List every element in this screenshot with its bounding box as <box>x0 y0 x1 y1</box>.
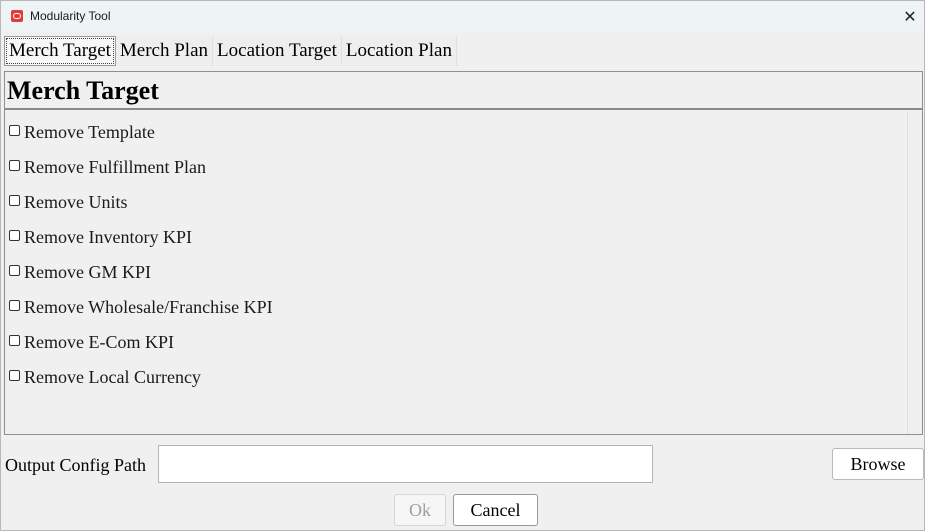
checkbox[interactable] <box>9 195 20 206</box>
option-label: Remove Template <box>24 121 155 142</box>
option-label: Remove Wholesale/Franchise KPI <box>24 296 273 317</box>
option-label: Remove E-Com KPI <box>24 331 174 352</box>
ok-button[interactable]: Ok <box>394 494 446 526</box>
checkbox[interactable] <box>9 335 20 346</box>
checkbox[interactable] <box>9 160 20 171</box>
cancel-button[interactable]: Cancel <box>453 494 538 526</box>
modularity-tool-window: Modularity Tool ✕ Merch Target Merch Pla… <box>0 0 925 531</box>
option-remove-wholesale-franchise-kpi[interactable]: Remove Wholesale/Franchise KPI <box>9 295 273 319</box>
merch-target-panel: Merch Target Remove Template Remove Fulf… <box>4 71 923 435</box>
app-icon <box>11 10 23 22</box>
tab-merch-plan[interactable]: Merch Plan <box>115 36 214 66</box>
option-remove-inventory-kpi[interactable]: Remove Inventory KPI <box>9 225 192 249</box>
tab-location-plan[interactable]: Location Plan <box>341 36 457 66</box>
checkbox[interactable] <box>9 230 20 241</box>
title-bar: Modularity Tool ✕ <box>1 1 924 31</box>
vertical-scrollbar[interactable] <box>907 112 922 434</box>
close-icon[interactable]: ✕ <box>896 1 924 31</box>
tab-location-target[interactable]: Location Target <box>213 36 342 66</box>
option-remove-template[interactable]: Remove Template <box>9 120 155 144</box>
option-label: Remove Local Currency <box>24 366 201 387</box>
checkbox[interactable] <box>9 125 20 136</box>
panel-title: Merch Target <box>7 76 159 105</box>
tab-merch-target[interactable]: Merch Target <box>4 36 116 66</box>
option-label: Remove GM KPI <box>24 261 151 282</box>
option-remove-gm-kpi[interactable]: Remove GM KPI <box>9 260 151 284</box>
browse-button[interactable]: Browse <box>832 448 924 480</box>
panel-header: Merch Target <box>5 72 922 110</box>
checkbox[interactable] <box>9 300 20 311</box>
checkbox[interactable] <box>9 265 20 276</box>
option-remove-units[interactable]: Remove Units <box>9 190 128 214</box>
tab-strip: Merch Target Merch Plan Location Target … <box>4 36 457 67</box>
option-remove-fulfillment-plan[interactable]: Remove Fulfillment Plan <box>9 155 206 179</box>
window-title: Modularity Tool <box>30 9 111 23</box>
output-config-path-input[interactable] <box>158 445 653 483</box>
options-list: Remove Template Remove Fulfillment Plan … <box>5 112 907 432</box>
option-remove-local-currency[interactable]: Remove Local Currency <box>9 365 201 389</box>
option-label: Remove Units <box>24 191 128 212</box>
option-label: Remove Inventory KPI <box>24 226 192 247</box>
output-config-path-label: Output Config Path <box>5 455 147 475</box>
option-label: Remove Fulfillment Plan <box>24 156 206 177</box>
option-remove-e-com-kpi[interactable]: Remove E-Com KPI <box>9 330 174 354</box>
checkbox[interactable] <box>9 370 20 381</box>
